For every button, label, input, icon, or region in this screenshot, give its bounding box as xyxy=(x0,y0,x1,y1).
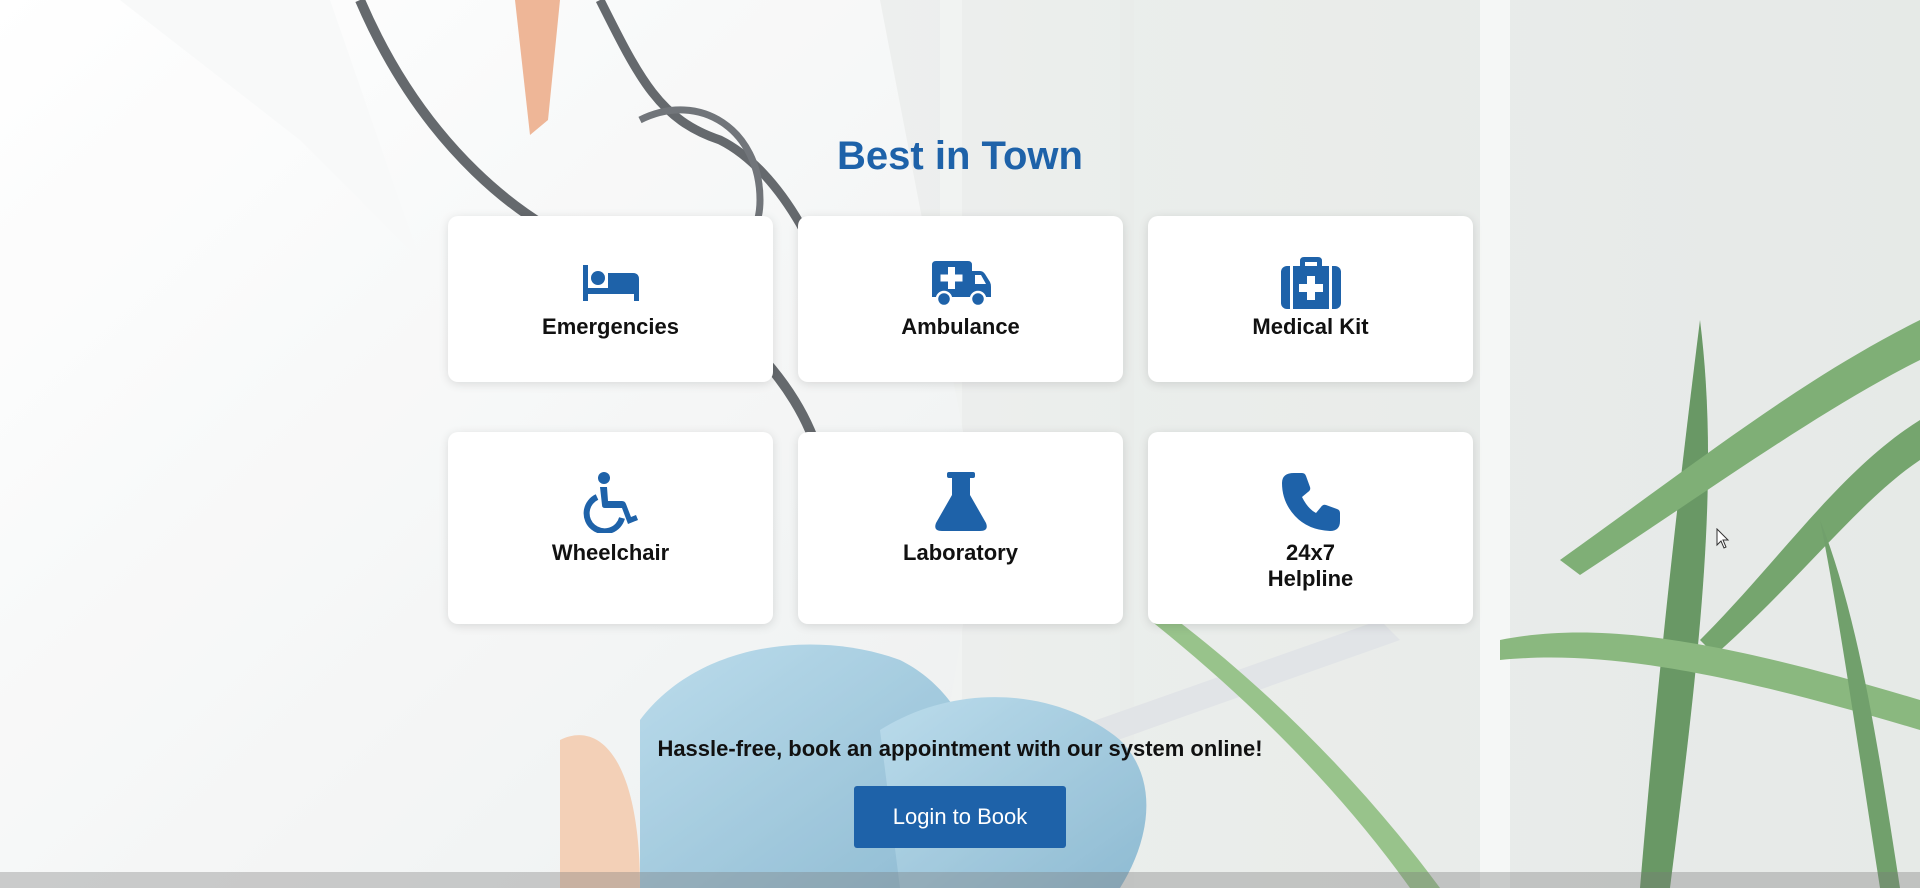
ambulance-icon xyxy=(929,258,993,308)
flask-icon xyxy=(929,470,993,534)
bottom-bar xyxy=(0,872,1920,888)
wheelchair-icon xyxy=(579,470,643,534)
bed-icon xyxy=(579,258,643,308)
phone-icon xyxy=(1279,470,1343,534)
service-label: Emergencies xyxy=(542,314,679,339)
service-card-medical-kit[interactable]: Medical Kit xyxy=(1148,216,1473,382)
service-card-laboratory[interactable]: Laboratory xyxy=(798,432,1123,624)
services-grid: Emergencies Ambulance Medical Kit Wheelc… xyxy=(448,216,1474,624)
medical-kit-icon xyxy=(1279,257,1343,309)
landing-page: Best in Town Emergencies Ambulance Medic… xyxy=(0,0,1920,888)
service-label: Ambulance xyxy=(901,314,1020,339)
booking-tagline: Hassle-free, book an appointment with ou… xyxy=(657,736,1263,761)
service-card-wheelchair[interactable]: Wheelchair xyxy=(448,432,773,624)
mouse-cursor-icon xyxy=(1716,528,1730,549)
service-card-helpline[interactable]: 24x7 Helpline xyxy=(1148,432,1473,624)
service-card-emergencies[interactable]: Emergencies xyxy=(448,216,773,382)
service-label: 24x7 Helpline xyxy=(1267,540,1354,591)
services-section: Best in Town Emergencies Ambulance Medic… xyxy=(0,0,1920,888)
login-to-book-button[interactable]: Login to Book xyxy=(854,786,1066,848)
service-label: Wheelchair xyxy=(551,540,670,565)
service-label: Medical Kit xyxy=(1252,314,1369,339)
section-title: Best in Town xyxy=(837,134,1083,178)
service-card-ambulance[interactable]: Ambulance xyxy=(798,216,1123,382)
service-label: Laboratory xyxy=(903,540,1018,565)
